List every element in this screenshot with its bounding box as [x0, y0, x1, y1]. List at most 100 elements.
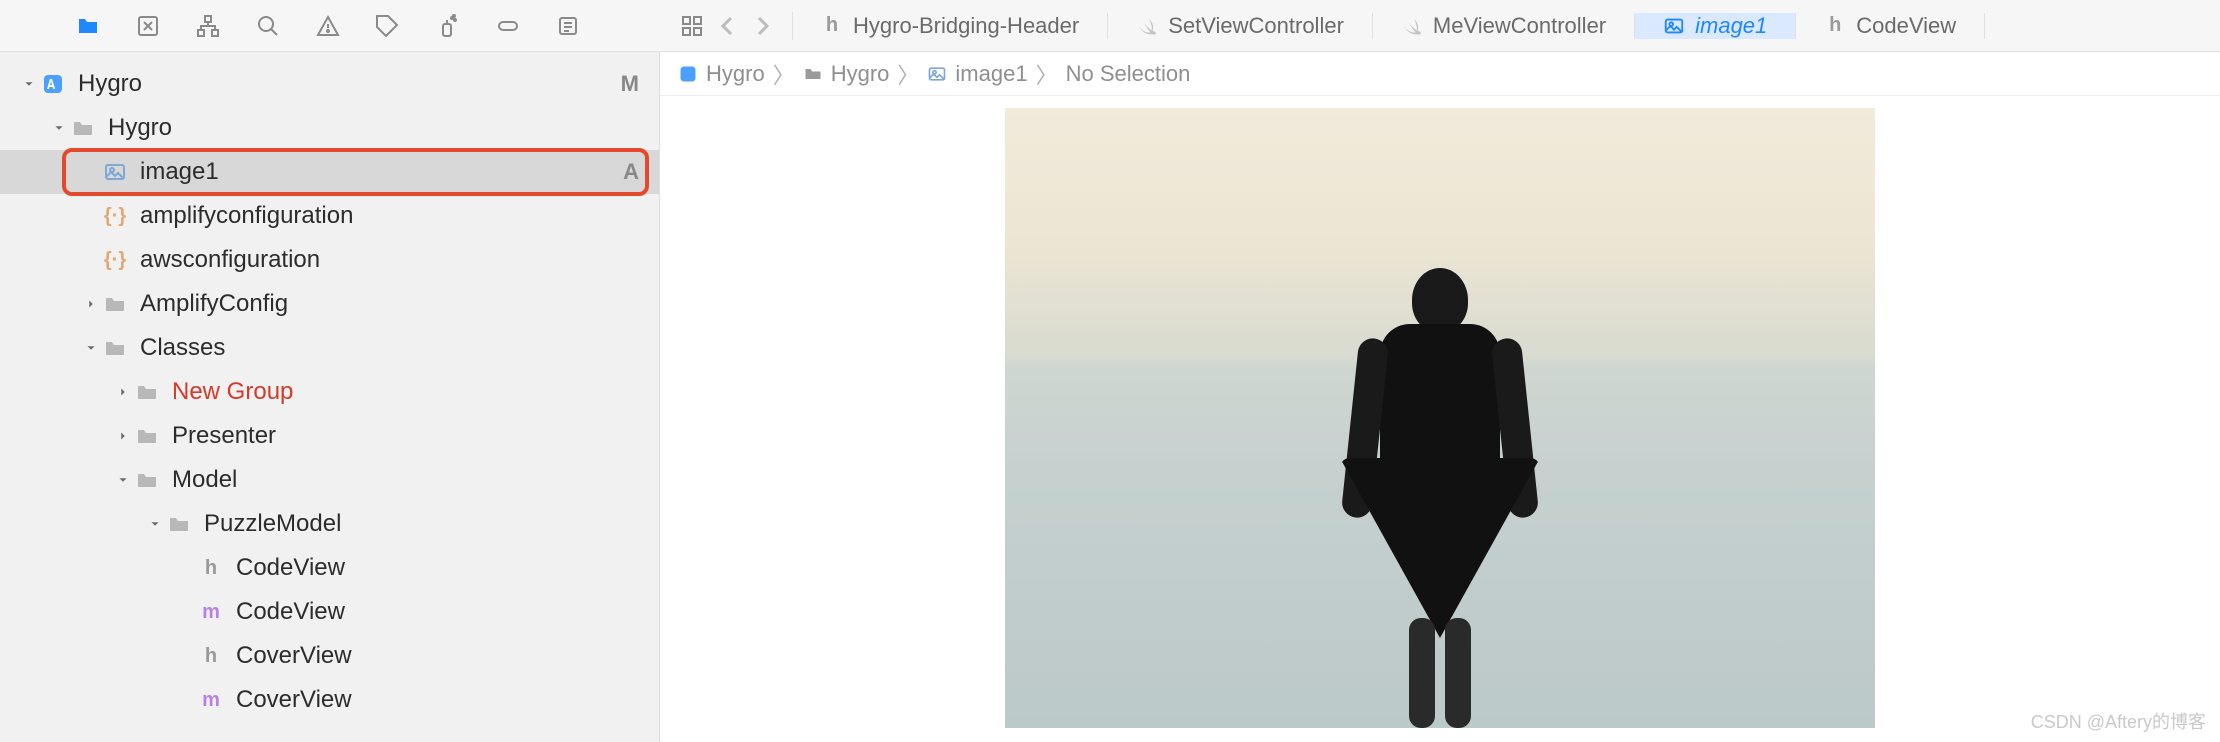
- disclosure-triangle-icon[interactable]: [114, 429, 132, 443]
- json-icon: {·}: [100, 205, 130, 228]
- tree-item-label: CodeView: [236, 598, 639, 626]
- editor-tabs: h Hygro-Bridging-Header SetViewController…: [793, 13, 2220, 39]
- tree-item-label: awsconfiguration: [140, 246, 639, 274]
- editor-toolbar: h Hygro-Bridging-Header SetViewController…: [660, 12, 2220, 40]
- m-icon: m: [196, 601, 226, 624]
- tree-row-hygro[interactable]: HygroM: [0, 62, 659, 106]
- warning-icon[interactable]: [314, 12, 342, 40]
- tree-item-label: New Group: [172, 378, 639, 406]
- breadcrumb-item[interactable]: Hygro: [678, 61, 765, 87]
- file-tree: HygroMHygroimage1A{·}amplifyconfiguratio…: [0, 52, 659, 742]
- related-items-icon[interactable]: [678, 12, 706, 40]
- tab-label: image1: [1695, 13, 1767, 39]
- spray-icon[interactable]: [434, 12, 462, 40]
- tree-item-label: CoverView: [236, 686, 639, 714]
- folder-icon: [132, 380, 162, 404]
- tree-row-puzzlemodel[interactable]: PuzzleModel: [0, 502, 659, 546]
- image-icon: [100, 160, 130, 184]
- nav-forward-icon[interactable]: [750, 14, 774, 38]
- disclosure-triangle-icon[interactable]: [114, 385, 132, 399]
- folder-icon: [100, 292, 130, 316]
- tree-row-hygro[interactable]: Hygro: [0, 106, 659, 150]
- h-file-icon: h: [1824, 15, 1846, 37]
- tree-item-label: Presenter: [172, 422, 639, 450]
- folder-icon: [100, 336, 130, 360]
- image-canvas: [660, 96, 2220, 742]
- tab-label: SetViewController: [1168, 13, 1344, 39]
- tree-row-coverview[interactable]: h CoverView: [0, 634, 659, 678]
- tab-codeview[interactable]: h CodeView: [1796, 13, 1985, 39]
- tree-item-label: CodeView: [236, 554, 639, 582]
- folder-icon: [132, 424, 162, 448]
- proj-icon: [38, 72, 68, 96]
- tree-item-label: Model: [172, 466, 639, 494]
- tab-meviewcontroller[interactable]: MeViewController: [1373, 13, 1635, 39]
- tree-item-label: Hygro: [108, 114, 639, 142]
- toolbar: h Hygro-Bridging-Header SetViewController…: [0, 0, 2220, 52]
- folder-icon: [132, 468, 162, 492]
- tree-row-amplifyconfig[interactable]: AmplifyConfig: [0, 282, 659, 326]
- tree-row-classes[interactable]: Classes: [0, 326, 659, 370]
- tree-row-awsconfiguration[interactable]: {·} awsconfiguration: [0, 238, 659, 282]
- disclosure-triangle-icon[interactable]: [146, 517, 164, 531]
- scm-status: M: [621, 71, 639, 97]
- tab-image1[interactable]: image1: [1635, 13, 1796, 39]
- tree-row-codeview[interactable]: m CodeView: [0, 590, 659, 634]
- tab-hygro-bridging-header[interactable]: h Hygro-Bridging-Header: [793, 13, 1108, 39]
- editor-area: Hygro 〉 Hygro 〉 image1 〉 No Selection: [660, 52, 2220, 742]
- tree-item-label: CoverView: [236, 642, 639, 670]
- chevron-right-icon: 〉: [895, 58, 921, 90]
- list-icon[interactable]: [554, 12, 582, 40]
- image-file-icon: [1663, 15, 1685, 37]
- breadcrumb-item[interactable]: No Selection: [1066, 61, 1191, 87]
- image-content: [1345, 268, 1535, 728]
- tree-item-label: Classes: [140, 334, 639, 362]
- nav-back-icon[interactable]: [716, 14, 740, 38]
- tree-item-label: PuzzleModel: [204, 510, 639, 538]
- disclosure-triangle-icon[interactable]: [114, 473, 132, 487]
- tree-row-codeview[interactable]: h CodeView: [0, 546, 659, 590]
- tree-item-label: image1: [140, 158, 623, 186]
- folder-icon[interactable]: [74, 12, 102, 40]
- disclosure-triangle-icon[interactable]: [82, 341, 100, 355]
- main-split: HygroMHygroimage1A{·}amplifyconfiguratio…: [0, 52, 2220, 742]
- chevron-right-icon: 〉: [771, 58, 797, 90]
- tree-row-presenter[interactable]: Presenter: [0, 414, 659, 458]
- chevron-right-icon: 〉: [1034, 58, 1060, 90]
- tree-row-new-group[interactable]: New Group: [0, 370, 659, 414]
- image-preview: [1005, 108, 1875, 728]
- tab-label: Hygro-Bridging-Header: [853, 13, 1079, 39]
- m-icon: m: [196, 689, 226, 712]
- tab-label: MeViewController: [1433, 13, 1606, 39]
- disclosure-triangle-icon[interactable]: [20, 77, 38, 91]
- tree-item-label: Hygro: [78, 70, 621, 98]
- tree-item-label: amplifyconfiguration: [140, 202, 639, 230]
- navigator-tab-icons: [0, 12, 660, 40]
- tab-setviewcontroller[interactable]: SetViewController: [1108, 13, 1373, 39]
- tag-icon[interactable]: [374, 12, 402, 40]
- breadcrumb-item[interactable]: image1: [927, 61, 1027, 87]
- hierarchy-icon[interactable]: [194, 12, 222, 40]
- capsule-icon[interactable]: [494, 12, 522, 40]
- json-icon: {·}: [100, 249, 130, 272]
- breadcrumb-item[interactable]: Hygro: [803, 61, 890, 87]
- disclosure-triangle-icon[interactable]: [50, 121, 68, 135]
- editor-nav-group: [660, 12, 793, 40]
- swift-file-icon: [1136, 15, 1158, 37]
- tree-row-amplifyconfiguration[interactable]: {·} amplifyconfiguration: [0, 194, 659, 238]
- inspector-icon[interactable]: [134, 12, 162, 40]
- tree-row-model[interactable]: Model: [0, 458, 659, 502]
- tab-label: CodeView: [1856, 13, 1956, 39]
- folder-icon: [68, 116, 98, 140]
- watermark: CSDN @Aftery的博客: [2031, 708, 2206, 734]
- tree-row-image1[interactable]: image1A: [0, 150, 659, 194]
- search-icon[interactable]: [254, 12, 282, 40]
- tree-row-coverview[interactable]: m CoverView: [0, 678, 659, 722]
- folder-icon: [164, 512, 194, 536]
- disclosure-triangle-icon[interactable]: [82, 297, 100, 311]
- h-icon: h: [196, 645, 226, 668]
- tree-item-label: AmplifyConfig: [140, 290, 639, 318]
- breadcrumb[interactable]: Hygro 〉 Hygro 〉 image1 〉 No Selection: [660, 52, 2220, 96]
- h-file-icon: h: [821, 15, 843, 37]
- h-icon: h: [196, 557, 226, 580]
